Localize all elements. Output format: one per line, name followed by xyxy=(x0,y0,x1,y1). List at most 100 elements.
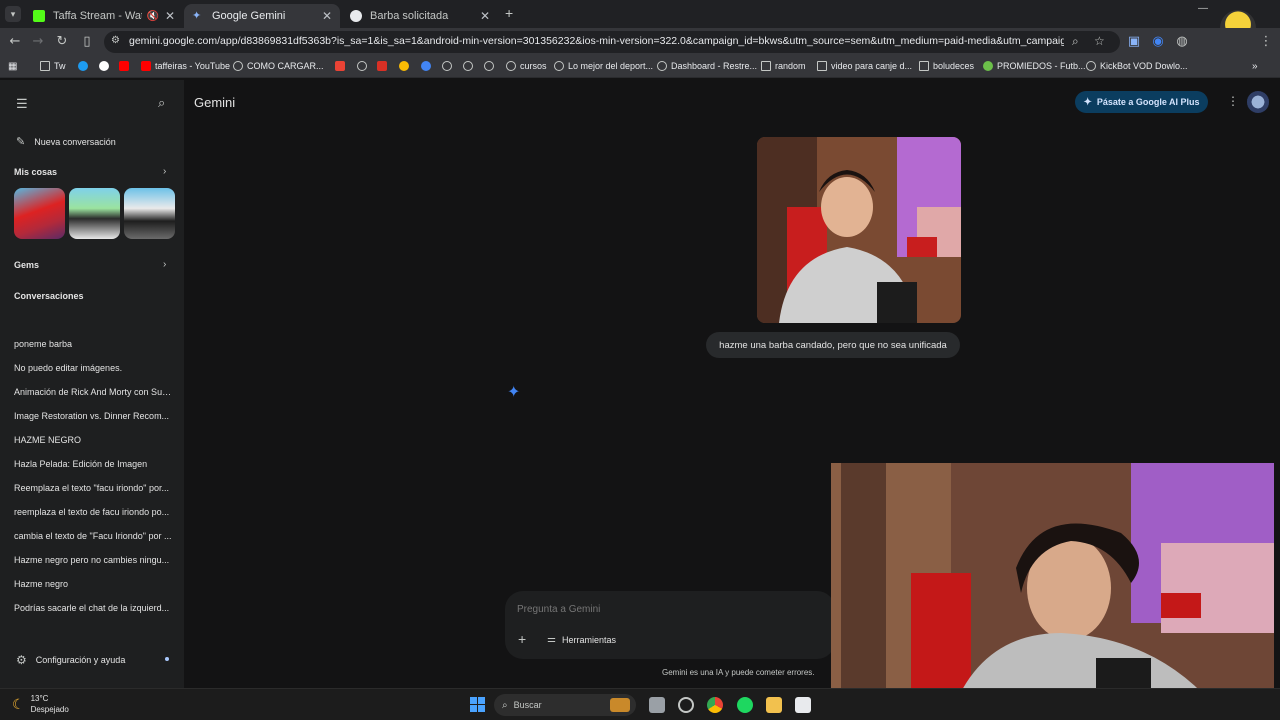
bookmark-folder[interactable]: boludeces xyxy=(919,61,974,71)
site-info-icon[interactable]: ⚙ xyxy=(111,35,120,46)
bookmark-item[interactable]: Tw xyxy=(40,61,66,71)
taskbar-search[interactable]: ⌕ Buscar xyxy=(494,694,636,716)
conversation-item[interactable]: Hazme negro xyxy=(14,579,172,589)
start-button[interactable] xyxy=(470,697,485,712)
extension-icon[interactable]: ◍ xyxy=(1174,34,1190,50)
bookmark-item[interactable]: Dashboard - Restre... xyxy=(657,61,757,71)
obs-icon[interactable] xyxy=(678,697,694,713)
add-attachment-icon[interactable]: + xyxy=(518,631,526,647)
search-icon: ⌕ xyxy=(502,699,508,711)
bookmark-icon[interactable] xyxy=(484,61,498,71)
bookmark-star-icon[interactable]: ☆ xyxy=(1094,34,1105,48)
minimize-button[interactable]: — xyxy=(1198,3,1208,14)
edit-icon: ✎ xyxy=(16,136,26,148)
search-icon[interactable]: ⌕ xyxy=(158,95,165,111)
bookmark-icon[interactable] xyxy=(421,61,435,71)
conversation-item[interactable]: No puedo editar imágenes. xyxy=(14,363,172,373)
bookmark-icon[interactable] xyxy=(357,61,371,71)
globe-icon xyxy=(1086,61,1096,71)
close-tab-icon[interactable]: ✕ xyxy=(480,9,490,23)
store-icon[interactable] xyxy=(795,697,811,713)
bookmark-item[interactable]: Lo mejor del deport... xyxy=(554,61,653,71)
bookmark-item[interactable]: taffeiras - YouTube xyxy=(141,61,230,71)
tab-search-icon[interactable]: ▾ xyxy=(5,6,21,22)
bookmark-item[interactable]: KickBot VOD Dowlo... xyxy=(1086,61,1188,71)
prompt-input-box[interactable]: + ⚌ Herramientas xyxy=(505,591,835,659)
my-stuff-heading[interactable]: Mis cosas xyxy=(14,167,172,177)
tab-taffa-stream[interactable]: Taffa Stream - Watch Live o 🔇 ✕ xyxy=(25,4,183,28)
back-icon[interactable]: ← xyxy=(7,34,23,50)
bookmark-icon[interactable] xyxy=(335,61,349,71)
tools-button[interactable]: ⚌ Herramientas xyxy=(547,634,616,645)
conversation-item[interactable]: poneme barba xyxy=(14,339,172,349)
file-explorer-icon[interactable] xyxy=(766,697,782,713)
bookmark-favicon xyxy=(399,61,409,71)
promiedos-favicon xyxy=(983,61,993,71)
more-options-icon[interactable]: ⋮ xyxy=(1227,94,1239,108)
zoom-icon[interactable]: ⌕ xyxy=(1072,34,1079,49)
my-stuff-thumbnail[interactable] xyxy=(69,188,120,239)
gems-heading[interactable]: Gems xyxy=(14,260,172,270)
my-stuff-thumbnail[interactable] xyxy=(124,188,175,239)
bookmark-icon[interactable] xyxy=(377,61,391,71)
more-menu-icon[interactable]: ⋮ xyxy=(1258,34,1274,50)
reload-icon[interactable]: ↻ xyxy=(54,34,70,50)
tiktok-icon[interactable] xyxy=(99,61,113,71)
bookmark-icon[interactable] xyxy=(399,61,413,71)
spotify-icon[interactable] xyxy=(737,697,753,713)
new-chat-button[interactable]: ✎ Nueva conversación xyxy=(16,135,116,148)
conversation-item[interactable]: Podrías sacarle el chat de la izquierd..… xyxy=(14,603,172,613)
my-stuff-thumbnail[interactable] xyxy=(14,188,65,239)
youtube-icon[interactable] xyxy=(119,61,133,71)
extension-icon[interactable]: ◉ xyxy=(1150,34,1166,50)
conversation-item[interactable]: HAZME NEGRO xyxy=(14,435,172,445)
conversation-item[interactable]: cambia el texto de "Facu Iriondo" por ..… xyxy=(14,531,172,541)
url-text[interactable]: gemini.google.com/app/d83869831df5363b?i… xyxy=(129,35,1064,47)
conversation-item[interactable]: Image Restoration vs. Dinner Recom... xyxy=(14,411,172,421)
bookmark-favicon xyxy=(463,61,473,71)
folder-icon xyxy=(919,61,929,71)
conversation-item[interactable]: reemplaza el texto de facu iriondo po... xyxy=(14,507,172,517)
muted-icon[interactable]: 🔇 xyxy=(146,11,158,22)
bookmark-item[interactable]: COMO CARGAR... xyxy=(233,61,324,71)
chevron-right-icon[interactable]: › xyxy=(163,166,166,177)
conversation-item[interactable]: Hazme negro pero no cambies ningu... xyxy=(14,555,172,565)
prompt-input[interactable] xyxy=(517,601,817,617)
chevron-right-icon[interactable]: › xyxy=(163,259,166,270)
chrome-icon[interactable] xyxy=(707,697,723,713)
upgrade-button[interactable]: ✦ Pásate a Google AI Plus xyxy=(1075,91,1208,113)
bookmark-folder[interactable]: random xyxy=(761,61,806,71)
apps-grid-icon[interactable]: ▦ xyxy=(8,61,17,72)
new-tab-button[interactable]: + xyxy=(505,5,513,21)
bookmark-icon[interactable] xyxy=(463,61,477,71)
close-tab-icon[interactable]: ✕ xyxy=(322,9,332,23)
settings-help-button[interactable]: ⚙ Configuración y ayuda xyxy=(16,653,125,667)
menu-icon[interactable]: ☰ xyxy=(16,96,28,112)
avatar[interactable] xyxy=(1247,91,1269,113)
weather-widget[interactable]: ☾ 13°C Despejado xyxy=(12,693,69,715)
tab-barba-solicitada[interactable]: Barba solicitada ✕ xyxy=(342,4,498,28)
close-tab-icon[interactable]: ✕ xyxy=(165,9,175,23)
tab-google-gemini[interactable]: ✦ Google Gemini ✕ xyxy=(184,4,340,28)
bookmarks-bar: ▦ Tw taffeiras - YouTube COMO CARGAR... … xyxy=(0,56,1280,78)
conversation-item[interactable]: Hazla Pelada: Edición de Imagen xyxy=(14,459,172,469)
chevron-right-icon[interactable]: » xyxy=(1252,61,1258,72)
address-bar[interactable]: ⚙ gemini.google.com/app/d83869831df5363b… xyxy=(104,31,1120,53)
folder-icon xyxy=(40,61,50,71)
translate-icon[interactable]: ▣ xyxy=(1126,34,1142,50)
disclaimer-text: Gemini es una IA y puede cometer errores… xyxy=(662,668,815,677)
bookmark-folder[interactable]: video para canje d... xyxy=(817,61,912,71)
conversation-item[interactable]: Animación de Rick And Morty con Sus... xyxy=(14,387,172,397)
search-highlight-icon xyxy=(610,698,630,712)
sidepanel-icon[interactable]: ▯ xyxy=(79,34,95,50)
forward-icon[interactable]: → xyxy=(30,34,46,50)
task-view-icon[interactable] xyxy=(649,697,665,713)
bookmark-item[interactable]: PROMIEDOS - Futb... xyxy=(983,61,1086,71)
bookmark-icon[interactable] xyxy=(78,61,92,71)
bookmark-item[interactable]: cursos xyxy=(506,61,547,71)
conversation-item[interactable]: Reemplaza el texto "facu iriondo" por... xyxy=(14,483,172,493)
bookmark-icon[interactable] xyxy=(442,61,456,71)
uploaded-image[interactable] xyxy=(757,137,961,323)
page-title[interactable]: Gemini xyxy=(194,95,235,110)
sliders-icon: ⚌ xyxy=(547,634,556,645)
